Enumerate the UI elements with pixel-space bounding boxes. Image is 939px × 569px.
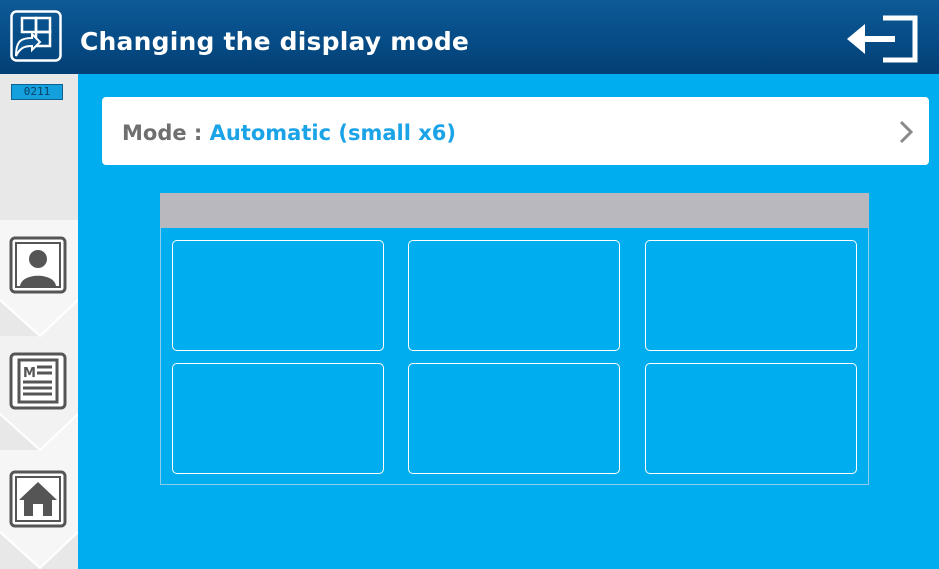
- mode-value: Automatic (small x6): [209, 121, 456, 145]
- chevron-right-icon: [899, 120, 913, 144]
- memo-icon[interactable]: M: [9, 352, 67, 410]
- preview-header-bar: [160, 193, 869, 228]
- mode-selector[interactable]: Mode : Automatic (small x6): [102, 97, 929, 165]
- user-icon[interactable]: [9, 236, 67, 294]
- preview-tile: [645, 363, 857, 474]
- home-icon[interactable]: [9, 470, 67, 528]
- preview-tile: [172, 363, 384, 474]
- mode-text: Mode : Automatic (small x6): [122, 97, 456, 169]
- display-layout-icon: [10, 10, 62, 62]
- device-id-badge: 0211: [11, 84, 63, 100]
- page-title: Changing the display mode: [80, 27, 470, 56]
- preview-tile: [408, 363, 620, 474]
- preview-tile: [172, 240, 384, 351]
- preview-tile: [645, 240, 857, 351]
- header: Changing the display mode: [0, 0, 939, 74]
- mode-label: Mode :: [122, 121, 210, 145]
- svg-text:M: M: [23, 366, 36, 381]
- exit-icon[interactable]: [843, 14, 921, 64]
- preview-tile: [408, 240, 620, 351]
